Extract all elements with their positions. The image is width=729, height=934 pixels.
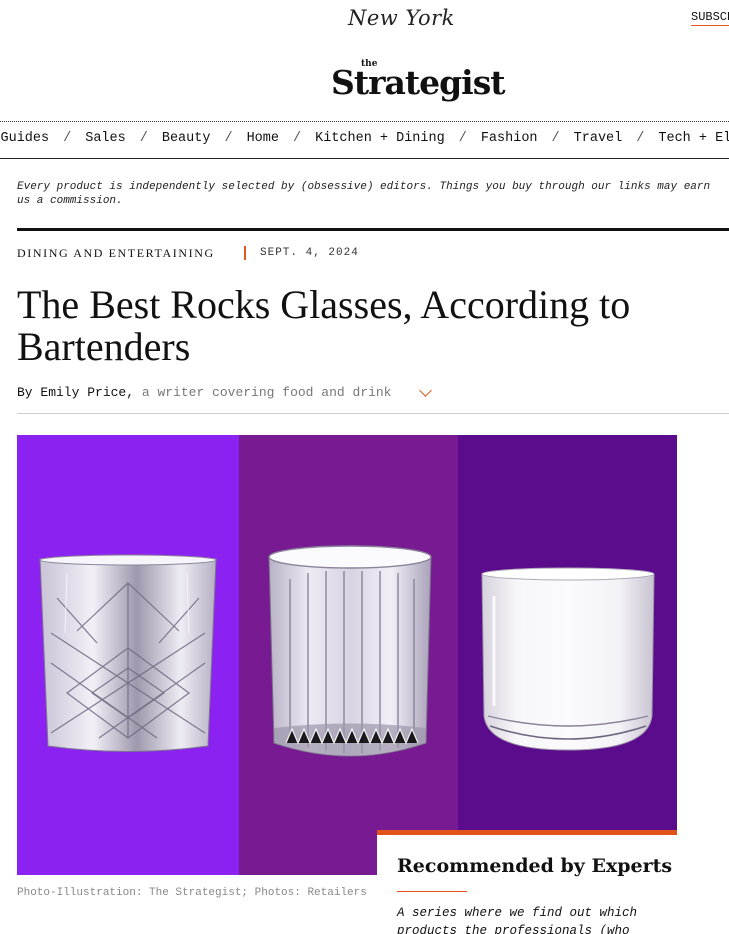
nav-item-kitchen-dining[interactable]: Kitchen + Dining	[315, 131, 445, 146]
nav-item-beauty[interactable]: Beauty	[162, 131, 211, 146]
byline: By Emily Price, a writer covering food a…	[17, 385, 391, 400]
nav-item-travel[interactable]: Travel	[574, 131, 623, 146]
recommended-by-experts-card[interactable]: Recommended by Experts A series where we…	[377, 830, 677, 934]
nav-item-tech-electronics[interactable]: Tech + Electronics	[658, 131, 729, 146]
subscribe-link[interactable]: SUBSCRIBE	[691, 10, 729, 26]
nav-bottom-divider	[0, 158, 729, 159]
hero-image	[17, 435, 677, 875]
nav-separator: /	[636, 131, 645, 146]
ribbed-glass-image	[268, 545, 432, 757]
nav-separator: /	[458, 131, 467, 146]
card-description: A series where we find out which product…	[397, 906, 638, 934]
nav-item-gift-guides[interactable]: Gift Guides	[0, 131, 49, 146]
author-name[interactable]: Emily Price	[40, 385, 126, 400]
nav-separator: /	[551, 131, 560, 146]
smooth-glass-image	[481, 567, 655, 751]
section-nav-items: Gift Guides / Sales / Beauty / Home / Kitchen + …	[0, 131, 729, 146]
chevron-down-icon[interactable]	[419, 384, 432, 397]
byline-prefix: By	[17, 385, 41, 400]
nav-separator: /	[224, 131, 233, 146]
byline-comma: ,	[126, 385, 142, 400]
article-rubric[interactable]: Dining and Entertaining	[17, 246, 215, 261]
nav-separator: /	[139, 131, 148, 146]
strategist-logo[interactable]: Strategist	[331, 63, 506, 102]
disclosure-divider	[17, 228, 729, 231]
new-york-logo[interactable]: New York	[348, 6, 455, 30]
nav-separator: /	[63, 131, 72, 146]
rubric-separator	[244, 246, 246, 260]
section-nav: Gift Guides / Sales / Beauty / Home / Kitchen + …	[0, 131, 729, 151]
site-header: New York SUBSCRIBE the Strategist	[0, 0, 729, 120]
hero-caption: Photo-Illustration: The Strategist; Phot…	[17, 887, 367, 899]
publish-date: SEPT. 4, 2024	[260, 247, 359, 259]
nav-item-home[interactable]: Home	[247, 131, 279, 146]
nav-item-fashion[interactable]: Fashion	[481, 131, 538, 146]
nav-top-divider	[0, 121, 729, 122]
nav-separator: /	[292, 131, 302, 146]
cut-crystal-glass-image	[39, 554, 217, 752]
card-title: Recommended by Experts	[397, 855, 673, 877]
article-headline: The Best Rocks Glasses, According to Bar…	[17, 282, 631, 369]
affiliate-disclosure: Every product is independently selected …	[17, 181, 711, 207]
byline-divider	[17, 413, 729, 414]
author-role: a writer covering food and drink	[141, 385, 392, 400]
card-divider	[397, 891, 467, 892]
nav-item-sales[interactable]: Sales	[85, 131, 126, 146]
